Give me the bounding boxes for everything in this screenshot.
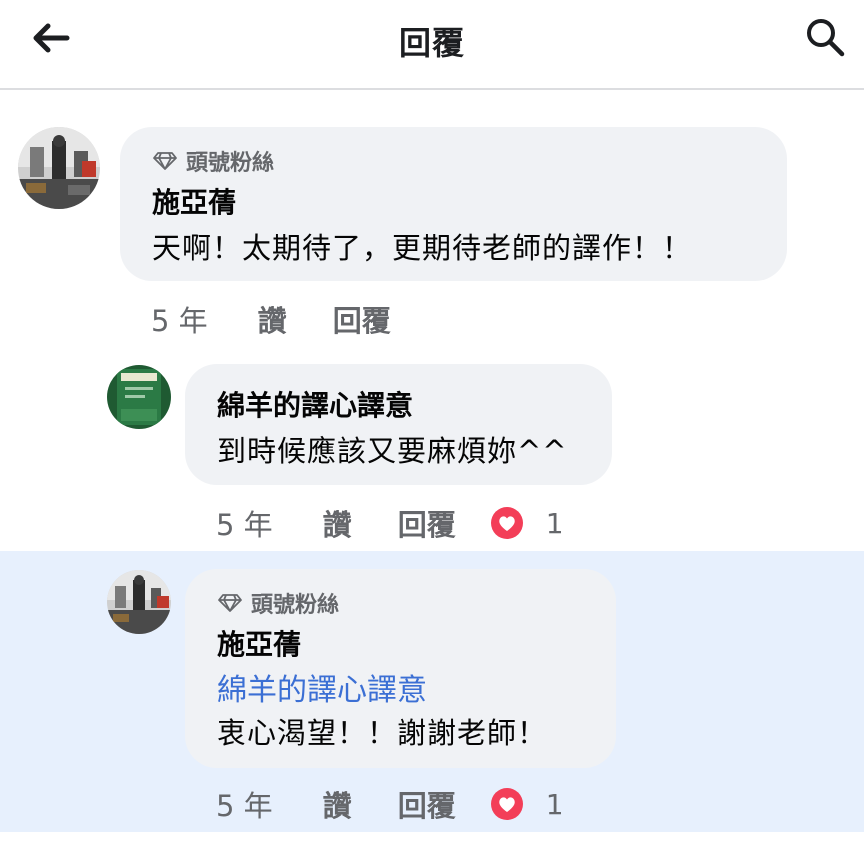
search-button[interactable]	[802, 14, 848, 60]
like-button[interactable]: 讚	[323, 783, 352, 825]
comment-bubble: 頭號粉絲 施亞蒨 綿羊的譯心譯意 衷心渴望！！謝謝老師！	[185, 569, 616, 768]
comment-bubble: 綿羊的譯心譯意 到時候應該又要麻煩妳^^	[185, 364, 612, 485]
like-button[interactable]: 讚	[323, 502, 352, 544]
top-fan-badge: 頭號粉絲	[152, 145, 274, 177]
timestamp[interactable]: 5 年	[151, 298, 208, 340]
reaction-count: 1	[545, 506, 564, 540]
badge-label: 頭號粉絲	[186, 151, 275, 176]
comment-author[interactable]: 施亞蒨	[152, 181, 236, 221]
comment-actions: 5 年 讚 回覆 1	[216, 502, 564, 544]
comment-author[interactable]: 綿羊的譯心譯意	[217, 384, 413, 424]
love-reaction-icon	[490, 507, 523, 539]
top-fan-badge: 頭號粉絲	[217, 587, 339, 619]
like-button[interactable]: 讚	[258, 298, 287, 340]
avatar[interactable]	[18, 127, 100, 209]
reaction-count: 1	[545, 787, 564, 821]
diamond-icon	[218, 594, 242, 612]
comment-author[interactable]: 施亞蒨	[217, 623, 301, 663]
search-icon	[807, 19, 845, 57]
comment-actions: 5 年 讚 回覆	[151, 298, 437, 340]
avatar[interactable]	[107, 365, 171, 429]
badge-label: 頭號粉絲	[251, 593, 340, 618]
comment-bubble: 頭號粉絲 施亞蒨 天啊！太期待了，更期待老師的譯作！！	[120, 127, 787, 281]
love-reaction-icon	[490, 788, 523, 820]
mention-link[interactable]: 綿羊的譯心譯意	[217, 665, 427, 709]
timestamp[interactable]: 5 年	[216, 783, 273, 825]
reply-button[interactable]: 回覆	[333, 298, 391, 340]
reaction-summary[interactable]: 1	[490, 506, 564, 540]
reply-button[interactable]: 回覆	[398, 502, 456, 544]
top-bar: 回覆	[0, 0, 864, 90]
diamond-icon	[153, 152, 177, 170]
comment-text: 到時候應該又要麻煩妳^^	[217, 434, 568, 468]
avatar[interactable]	[107, 570, 171, 634]
comment-text: 天啊！太期待了，更期待老師的譯作！！	[152, 231, 693, 265]
comment-text: 衷心渴望！！謝謝老師！	[217, 716, 548, 750]
timestamp[interactable]: 5 年	[216, 502, 273, 544]
reply-button[interactable]: 回覆	[398, 783, 456, 825]
reaction-summary[interactable]: 1	[490, 787, 564, 821]
comment-actions: 5 年 讚 回覆 1	[216, 783, 564, 825]
page-title: 回覆	[398, 24, 465, 62]
